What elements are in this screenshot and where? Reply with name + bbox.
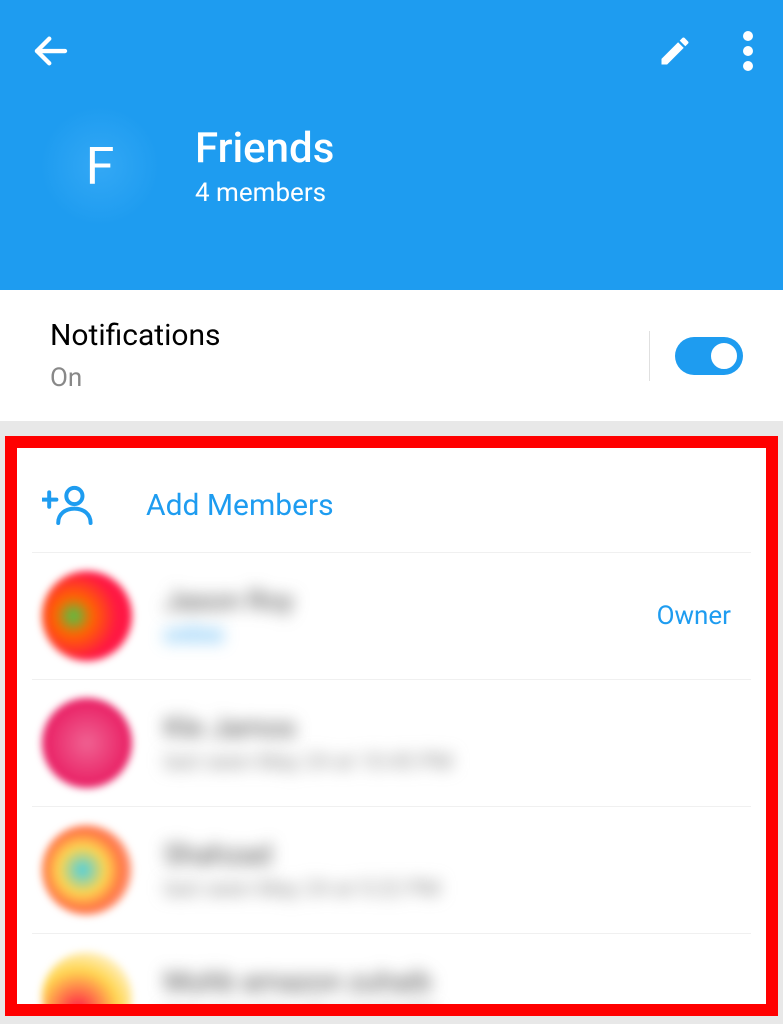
member-avatar — [42, 952, 132, 1016]
members-panel: Add Members Jason Roy online Owner Kle J… — [5, 436, 778, 1016]
member-row[interactable]: Muhb amazon zuhaib last seen Sep 18 at 3… — [32, 933, 751, 1016]
group-member-count: 4 members — [195, 178, 334, 208]
member-status: last seen May 24 at 10:45 PM — [164, 750, 741, 775]
member-row[interactable]: Jason Roy online Owner — [32, 552, 751, 679]
group-info: F Friends 4 members — [0, 76, 783, 261]
notifications-row[interactable]: Notifications On — [0, 290, 783, 421]
member-status: last seen May 24 at 5:22 PM — [164, 877, 741, 902]
member-info: Muhb amazon zuhaib last seen Sep 18 at 3… — [164, 965, 741, 1016]
header-actions — [657, 31, 753, 75]
divider — [649, 331, 650, 381]
member-name: Jason Roy — [164, 584, 625, 617]
pencil-icon — [657, 33, 693, 69]
group-header: F Friends 4 members — [0, 0, 783, 290]
member-role-badge: Owner — [657, 601, 741, 631]
notifications-control — [649, 331, 743, 381]
member-row[interactable]: Shahzad last seen May 24 at 5:22 PM — [32, 806, 751, 933]
notifications-status: On — [50, 363, 221, 393]
member-name: Kle Jamos — [164, 711, 741, 744]
member-info: Kle Jamos last seen May 24 at 10:45 PM — [164, 711, 741, 775]
dots-vertical-icon — [743, 31, 753, 71]
notifications-title: Notifications — [50, 318, 221, 353]
add-person-icon — [42, 483, 96, 527]
member-info: Jason Roy online — [164, 584, 625, 648]
notifications-text: Notifications On — [50, 318, 221, 393]
group-name: Friends — [195, 124, 334, 173]
group-avatar-initial: F — [86, 136, 115, 197]
header-toolbar — [0, 0, 783, 76]
back-button[interactable] — [30, 30, 72, 76]
toggle-knob — [707, 339, 741, 373]
member-avatar — [42, 571, 132, 661]
member-name: Shahzad — [164, 838, 741, 871]
group-text: Friends 4 members — [195, 124, 334, 208]
member-status: last seen Sep 18 at 3:49 PM — [164, 1004, 741, 1016]
member-avatar — [42, 698, 132, 788]
member-avatar — [42, 825, 132, 915]
edit-button[interactable] — [657, 33, 693, 73]
notifications-toggle[interactable] — [675, 337, 743, 375]
add-members-label: Add Members — [146, 488, 334, 523]
more-menu-button[interactable] — [743, 31, 753, 75]
member-name: Muhb amazon zuhaib — [164, 965, 741, 998]
member-row[interactable]: Kle Jamos last seen May 24 at 10:45 PM — [32, 679, 751, 806]
member-status: online — [164, 623, 625, 648]
add-members-button[interactable]: Add Members — [32, 473, 751, 552]
member-info: Shahzad last seen May 24 at 5:22 PM — [164, 838, 741, 902]
group-avatar[interactable]: F — [40, 106, 160, 226]
back-arrow-icon — [30, 30, 72, 72]
